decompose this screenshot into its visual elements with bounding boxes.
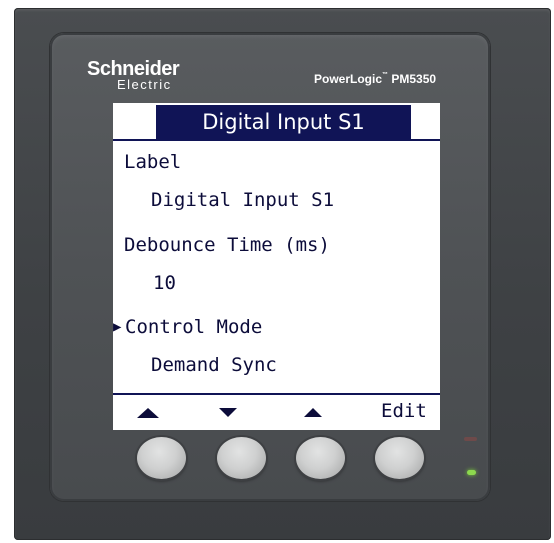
lcd-screen: Digital Input S1 Label Digital Input S1 … — [113, 103, 440, 430]
model-label: PowerLogic™ PM5350 — [314, 72, 436, 86]
softkey-button-3[interactable] — [296, 437, 345, 479]
up-arrow-small-icon — [304, 408, 322, 417]
menu-label-control-mode[interactable]: Control Mode — [125, 316, 262, 338]
trademark: ™ — [382, 72, 389, 78]
model-name: PowerLogic — [314, 72, 383, 86]
selection-cursor-icon: ▶ — [113, 319, 122, 335]
up-arrow-icon — [137, 408, 159, 418]
heartbeat-led — [467, 470, 476, 475]
brand-logo: Schneider Electric — [87, 58, 180, 91]
softkey-edit-label: Edit — [381, 400, 427, 422]
softkey-button-2[interactable] — [217, 437, 266, 479]
down-arrow-icon — [219, 408, 237, 417]
softkey-divider — [113, 393, 440, 395]
brand-name: Schneider — [87, 58, 180, 80]
softkey-button-1[interactable] — [137, 437, 186, 479]
screen-title: Digital Input S1 — [156, 105, 411, 139]
menu-value-label: Digital Input S1 — [151, 189, 335, 211]
menu-value-debounce: 10 — [153, 272, 176, 294]
menu-label-label[interactable]: Label — [124, 151, 181, 173]
title-divider — [113, 139, 440, 141]
model-number: PM5350 — [391, 72, 437, 86]
menu-label-debounce[interactable]: Debounce Time (ms) — [124, 234, 330, 256]
alarm-led — [464, 437, 477, 441]
brand-sub: Electric — [117, 77, 172, 92]
menu-value-control-mode: Demand Sync — [151, 354, 277, 376]
softkey-button-4[interactable] — [375, 437, 424, 479]
